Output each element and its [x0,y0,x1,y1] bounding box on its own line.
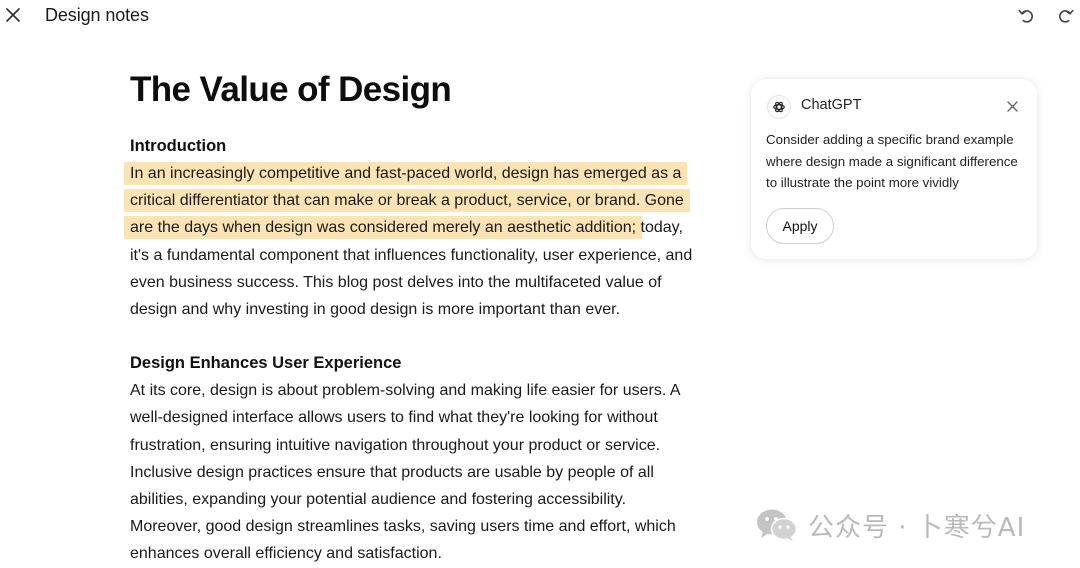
intro-paragraph[interactable]: In an increasingly competitive and fast-… [130,160,700,323]
close-icon [1006,100,1018,112]
assistant-name: ChatGPT [801,97,862,113]
chatgpt-logo [767,95,791,119]
document-body[interactable]: The Value of Design Introduction In an i… [130,66,700,568]
ux-paragraph[interactable]: At its core, design is about problem-sol… [130,377,700,567]
close-icon [6,8,20,22]
close-button[interactable] [2,4,24,26]
undo-button[interactable] [1015,4,1037,26]
section-heading-introduction[interactable]: Introduction [130,133,700,160]
chatgpt-logo-icon [773,101,785,113]
watermark-text: 公众号 · 卜寒兮AI [808,512,1026,543]
wechat-icon [757,509,798,541]
dismiss-suggestion-button[interactable] [1004,98,1020,114]
document-name: Design notes [45,5,149,25]
suggestion-message: Consider adding a specific brand example… [766,132,1018,191]
redo-icon [1059,9,1074,23]
section-heading-user-experience[interactable]: Design Enhances User Experience [130,350,700,377]
highlighted-text[interactable]: In an increasingly competitive and fast-… [130,162,684,240]
document-title[interactable]: The Value of Design [130,66,700,114]
redo-button[interactable] [1055,4,1077,26]
undo-icon [1018,9,1033,23]
editor-page: Design notes The Value of Design Introdu… [0,0,1080,568]
apply-button[interactable]: Apply [766,208,834,244]
suggestion-card: ChatGPT Consider adding a specific brand… [751,79,1037,259]
watermark: 公众号 · 卜寒兮AI [756,506,1025,544]
